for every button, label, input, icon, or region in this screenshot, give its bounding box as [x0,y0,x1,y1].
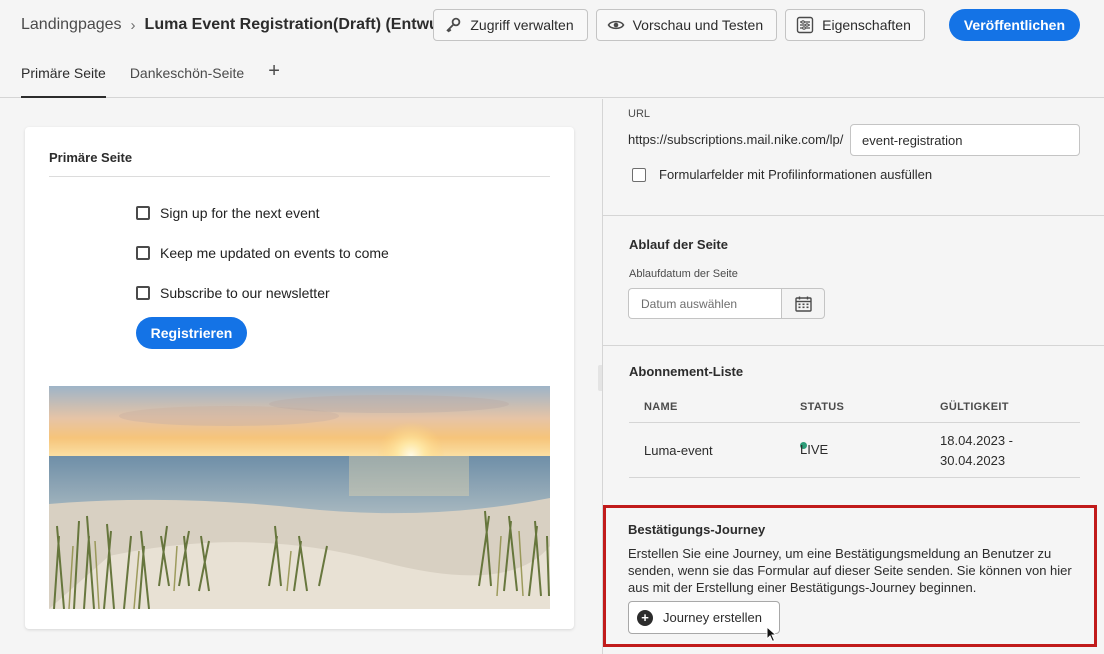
key-icon [444,16,462,34]
calendar-button[interactable] [781,288,825,319]
calendar-icon [794,296,812,312]
publish-button[interactable]: Veröffentlichen [948,9,1080,41]
card-title: Primäre Seite [49,150,133,165]
tab-primary-page[interactable]: Primäre Seite [21,58,106,98]
table-row[interactable]: Luma-event LIVE 18.04.2023 - 30.04.2023 [629,423,1080,478]
checkbox-label: Sign up for the next event [160,205,320,221]
create-journey-label: Journey erstellen [663,610,762,625]
tab-thank-you-page[interactable]: Dankeschön-Seite [130,58,244,98]
column-status: STATUS [800,401,845,413]
section-divider [603,345,1104,346]
expiry-date-input[interactable]: Datum auswählen [628,288,782,319]
breadcrumb: Landingpages › Luma Event Registration(D… [21,16,456,34]
url-prefix: https://subscriptions.mail.nike.com/lp/ [628,132,844,147]
eye-icon [607,16,625,34]
row-validity-from: 18.04.2023 - [940,433,1014,448]
url-label: URL [628,108,651,120]
page-title: Luma Event Registration(Draft) (Entwurf) [144,16,456,33]
confirmation-journey-section: Bestätigungs-Journey Erstellen Sie eine … [603,505,1097,647]
toolbar: Zugriff verwalten Vorschau und Testen Ei… [433,9,1080,41]
add-tab-icon[interactable]: + [268,60,280,82]
properties-label: Eigenschaften [822,17,911,33]
journey-description: Erstellen Sie eine Journey, um eine Best… [628,546,1072,595]
column-validity: GÜLTIGKEIT [940,401,1009,413]
prefill-checkbox[interactable] [632,167,646,182]
checkbox-row-newsletter[interactable]: Subscribe to our newsletter [136,285,330,301]
mouse-cursor-icon [766,626,778,643]
journey-title: Bestätigungs-Journey [628,522,766,537]
expiry-date-label: Ablaufdatum der Seite [629,268,738,280]
checkbox[interactable] [136,206,150,220]
manage-access-label: Zugriff verwalten [470,17,574,33]
add-circle-icon: + [637,609,653,626]
row-name: Luma-event [644,443,713,458]
url-slug-input[interactable]: event-registration [850,124,1080,156]
preview-test-label: Vorschau und Testen [632,17,764,33]
card-divider [49,176,550,177]
subscription-table-header: NAME STATUS GÜLTIGKEIT [629,395,1080,423]
register-button[interactable]: Registrieren [136,317,247,349]
properties-button[interactable]: Eigenschaften [785,9,925,41]
checkbox-label: Subscribe to our newsletter [160,285,330,301]
subscription-title: Abonnement-Liste [629,364,744,379]
checkbox-row-updates[interactable]: Keep me updated on events to come [136,245,389,261]
checkbox-row-next-event[interactable]: Sign up for the next event [136,205,320,221]
checkbox[interactable] [136,246,150,260]
beach-sunset-image [49,386,550,609]
preview-test-button[interactable]: Vorschau und Testen [595,9,778,41]
properties-panel: URL https://subscriptions.mail.nike.com/… [603,99,1104,654]
breadcrumb-separator: › [130,16,136,34]
tab-bar: Primäre Seite Dankeschön-Seite + [21,58,280,98]
expiry-title: Ablauf der Seite [629,237,728,252]
prefill-checkbox-row[interactable]: Formularfelder mit Profilinformationen a… [632,167,932,182]
sliders-icon [796,16,814,34]
column-name: NAME [644,401,678,413]
checkbox-label: Keep me updated on events to come [160,245,389,261]
section-divider [603,215,1104,216]
row-status-label: LIVE [800,442,829,457]
page-canvas: Primäre Seite Sign up for the next event… [0,99,602,654]
create-journey-button[interactable]: + Journey erstellen [628,601,780,634]
row-validity-to: 30.04.2023 [940,453,1006,468]
page-preview-card: Primäre Seite Sign up for the next event… [25,127,574,629]
prefill-label: Formularfelder mit Profilinformationen a… [659,167,933,182]
header: Landingpages › Luma Event Registration(D… [0,0,1104,98]
manage-access-button[interactable]: Zugriff verwalten [433,9,588,41]
breadcrumb-landingpages[interactable]: Landingpages [21,16,122,34]
checkbox[interactable] [136,286,150,300]
